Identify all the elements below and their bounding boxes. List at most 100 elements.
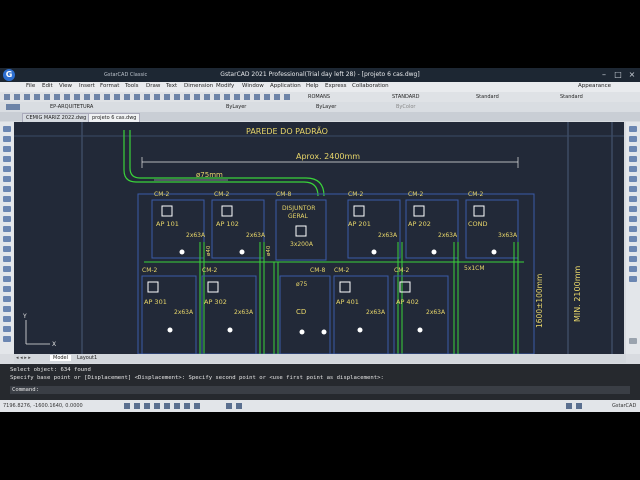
region-tool-icon[interactable] bbox=[3, 256, 11, 262]
menu-view[interactable]: View bbox=[59, 83, 72, 89]
standard-toolbar: ROMANS STANDARD Standard Standard bbox=[0, 92, 640, 102]
scrollbar-up-icon[interactable] bbox=[629, 338, 637, 344]
layer-toolbar: EP-ARQUITETURA ByLayer ByLayer ByColor bbox=[0, 102, 640, 112]
menu-collaboration[interactable]: Collaboration bbox=[352, 83, 389, 89]
menu-modify[interactable]: Modify bbox=[216, 83, 234, 89]
join-tool-icon[interactable] bbox=[629, 246, 637, 252]
menu-text[interactable]: Text bbox=[166, 83, 177, 89]
layer-icon[interactable] bbox=[6, 104, 20, 110]
menu-tools[interactable]: Tools bbox=[125, 83, 139, 89]
polyline-tool-icon[interactable] bbox=[3, 136, 11, 142]
point-tool-icon[interactable] bbox=[3, 216, 11, 222]
menu-application[interactable]: Application bbox=[270, 83, 301, 89]
block-tool-icon[interactable] bbox=[3, 196, 11, 202]
erase-tool-icon[interactable] bbox=[629, 126, 637, 132]
meter-name-ap301: AP 301 bbox=[144, 298, 167, 306]
multileader-style-select[interactable]: Standard bbox=[560, 94, 583, 100]
close-icon[interactable]: × bbox=[626, 70, 638, 80]
maximize-icon[interactable]: □ bbox=[612, 70, 624, 80]
color-select[interactable]: ByLayer bbox=[226, 104, 246, 110]
xline-tool-icon[interactable] bbox=[3, 336, 11, 342]
drawing-svg[interactable]: PAREDE DO PADRÃO Aprox. 2400mm ø75mm MIN… bbox=[14, 122, 624, 354]
menu-express[interactable]: Express bbox=[325, 83, 346, 89]
layout-tab-layout1[interactable]: Layout1 bbox=[74, 355, 100, 361]
cm2-label: CM-2 bbox=[408, 191, 424, 198]
revcloud-tool-icon[interactable] bbox=[3, 296, 11, 302]
dim-style-select[interactable]: STANDARD bbox=[392, 94, 420, 100]
menu-edit[interactable]: Edit bbox=[42, 83, 53, 89]
meter-name-ap102: AP 102 bbox=[216, 220, 239, 228]
minimize-icon[interactable]: – bbox=[598, 70, 610, 80]
grid-icon[interactable] bbox=[134, 403, 140, 409]
array-tool-icon[interactable] bbox=[629, 166, 637, 172]
doc-tab-projeto[interactable]: projeto 6 cas.dwg bbox=[88, 113, 141, 122]
menu-draw[interactable]: Draw bbox=[146, 83, 160, 89]
model-space-icon[interactable] bbox=[194, 403, 200, 409]
doc-tab-cemig[interactable]: CEMIG MARIZ 2022.dwg bbox=[22, 113, 91, 122]
mirror-tool-icon[interactable] bbox=[629, 146, 637, 152]
donut-tool-icon[interactable] bbox=[3, 306, 11, 312]
line-tool-icon[interactable] bbox=[3, 126, 11, 132]
toolbar-icons[interactable] bbox=[4, 94, 294, 100]
menu-window[interactable]: Window bbox=[242, 83, 264, 89]
rotate-tool-icon[interactable] bbox=[629, 186, 637, 192]
scale-tool-icon[interactable] bbox=[629, 196, 637, 202]
otrack-icon[interactable] bbox=[174, 403, 180, 409]
layout-tab-model[interactable]: Model bbox=[50, 355, 72, 361]
appearance-menu[interactable]: Appearance bbox=[578, 83, 611, 89]
command-input[interactable]: Command: bbox=[10, 386, 630, 394]
spline-tool-icon[interactable] bbox=[3, 226, 11, 232]
hatch-tool-icon[interactable] bbox=[3, 176, 11, 182]
stretch-tool-icon[interactable] bbox=[629, 206, 637, 212]
polygon-tool-icon[interactable] bbox=[3, 316, 11, 322]
fullscreen-icon[interactable] bbox=[576, 403, 582, 409]
diam75-label: ø75 bbox=[296, 281, 307, 288]
gradient-tool-icon[interactable] bbox=[3, 266, 11, 272]
cable-label: 5x1CM bbox=[464, 265, 485, 272]
copy-tool-icon[interactable] bbox=[629, 136, 637, 142]
meter-rating-cond: 3x63A bbox=[498, 232, 518, 239]
menu-bar: File Edit View Insert Format Tools Draw … bbox=[0, 82, 640, 92]
move-tool-icon[interactable] bbox=[629, 176, 637, 182]
rectangle-tool-icon[interactable] bbox=[3, 166, 11, 172]
layer-select[interactable]: EP-ARQUITETURA bbox=[50, 104, 93, 110]
wipeout-tool-icon[interactable] bbox=[3, 286, 11, 292]
break-tool-icon[interactable] bbox=[629, 236, 637, 242]
annotation-icon[interactable] bbox=[226, 403, 232, 409]
explode-tool-icon[interactable] bbox=[629, 276, 637, 282]
table-style-select[interactable]: Standard bbox=[476, 94, 499, 100]
settings-icon[interactable] bbox=[566, 403, 572, 409]
menu-help[interactable]: Help bbox=[306, 83, 319, 89]
offset-tool-icon[interactable] bbox=[629, 156, 637, 162]
lineweight-icon[interactable] bbox=[184, 403, 190, 409]
ortho-icon[interactable] bbox=[144, 403, 150, 409]
chamfer-tool-icon[interactable] bbox=[629, 256, 637, 262]
fillet-tool-icon[interactable] bbox=[629, 266, 637, 272]
font-style-select[interactable]: ROMANS bbox=[308, 94, 330, 100]
boundary-tool-icon[interactable] bbox=[3, 276, 11, 282]
command-history-1: Select object: 634 found bbox=[10, 367, 91, 373]
snap-icon[interactable] bbox=[124, 403, 130, 409]
workspace-icon[interactable] bbox=[236, 403, 242, 409]
mtext-tool-icon[interactable] bbox=[3, 326, 11, 332]
arc-tool-icon[interactable] bbox=[3, 156, 11, 162]
menu-file[interactable]: File bbox=[26, 83, 35, 89]
meter-rating-ap302: 2x63A bbox=[234, 309, 254, 316]
drawing-canvas[interactable]: PAREDE DO PADRÃO Aprox. 2400mm ø75mm MIN… bbox=[14, 122, 624, 354]
linetype-select[interactable]: ByLayer bbox=[316, 104, 336, 110]
insert-tool-icon[interactable] bbox=[3, 206, 11, 212]
menu-format[interactable]: Format bbox=[100, 83, 119, 89]
osnap-icon[interactable] bbox=[164, 403, 170, 409]
nav-arrows-icon[interactable]: ◂ ◂ ▸ ▸ bbox=[16, 355, 31, 361]
circle-tool-icon[interactable] bbox=[3, 146, 11, 152]
polar-icon[interactable] bbox=[154, 403, 160, 409]
meter-rating-ap301: 2x63A bbox=[174, 309, 194, 316]
text-tool-icon[interactable] bbox=[3, 186, 11, 192]
extend-tool-icon[interactable] bbox=[629, 226, 637, 232]
table-tool-icon[interactable] bbox=[3, 246, 11, 252]
ellipse-tool-icon[interactable] bbox=[3, 236, 11, 242]
menu-insert[interactable]: Insert bbox=[79, 83, 95, 89]
trim-tool-icon[interactable] bbox=[629, 216, 637, 222]
lineweight-select[interactable]: ByColor bbox=[396, 104, 415, 110]
menu-dimension[interactable]: Dimension bbox=[184, 83, 213, 89]
